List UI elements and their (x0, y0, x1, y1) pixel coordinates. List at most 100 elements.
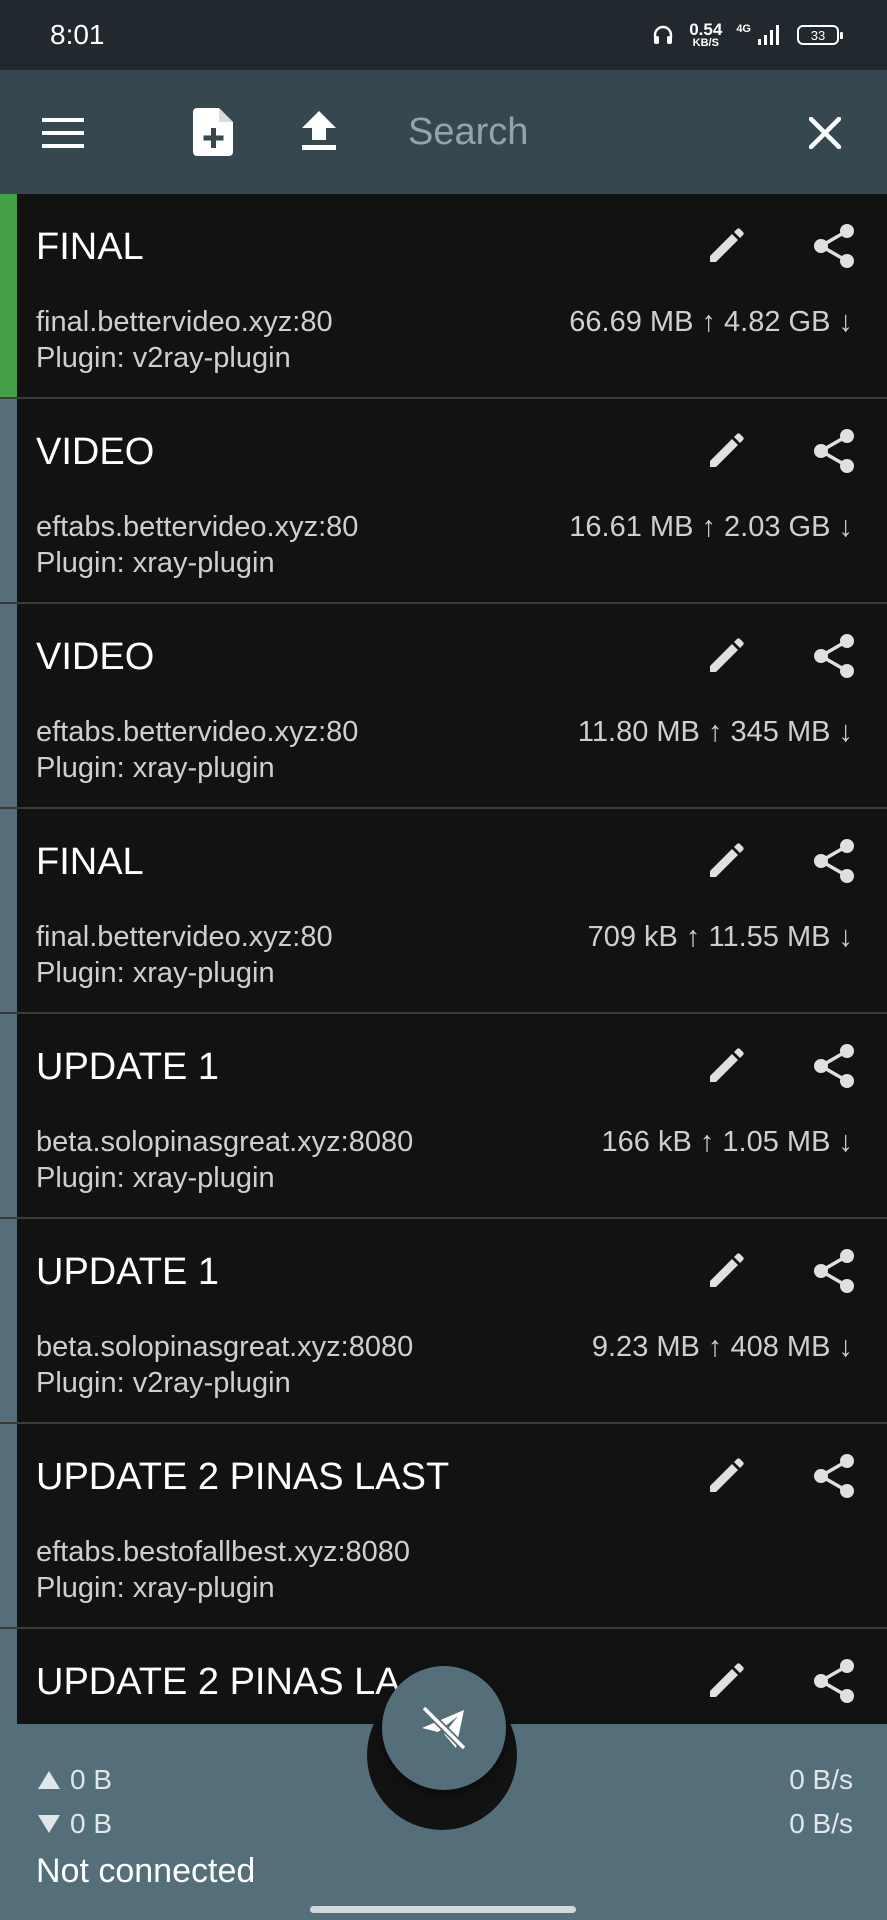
status-time: 8:01 (50, 19, 105, 50)
profile-host: final.bettervideo.xyz:80 (36, 921, 333, 953)
edit-profile-button[interactable] (702, 220, 752, 270)
upload-icon (302, 111, 336, 150)
net-speed-unit: KB/S (692, 37, 719, 49)
edit-icon (710, 1048, 744, 1082)
edit-profile-button[interactable] (702, 1245, 752, 1295)
profile-host: beta.solopinasgreat.xyz:8080 (36, 1126, 414, 1158)
share-profile-button[interactable] (808, 1040, 860, 1092)
close-icon (809, 117, 841, 149)
share-icon (814, 634, 854, 678)
search-input[interactable] (408, 106, 788, 158)
share-profile-button[interactable] (808, 1245, 860, 1297)
received-total: 0 B (38, 1808, 112, 1840)
profile-traffic: 166 kB ↑ 1.05 MB ↓ (601, 1126, 853, 1158)
profile-plugin: Plugin: xray-plugin (36, 1162, 275, 1194)
profile-host: beta.solopinasgreat.xyz:8080 (36, 1331, 414, 1363)
edit-profile-button[interactable] (702, 630, 752, 680)
share-profile-button[interactable] (808, 835, 860, 887)
profile-title: UPDATE 2 PINAS LA (36, 1661, 401, 1703)
profile-title: VIDEO (36, 636, 155, 678)
profile-row[interactable]: UPDATE 1 beta.solopinasgreat.xyz:8080 Plug… (0, 1014, 887, 1219)
sent-total: 0 B (38, 1764, 112, 1796)
share-icon (814, 839, 854, 883)
profile-plugin: Plugin: v2ray-plugin (36, 342, 291, 374)
import-button[interactable] (296, 106, 342, 156)
status-bar: 8:01 0.54 KB/S 4G 33 (0, 0, 887, 70)
profile-title: FINAL (36, 841, 144, 883)
share-icon (814, 1454, 854, 1498)
profile-traffic: 11.80 MB ↑ 345 MB ↓ (577, 716, 853, 748)
profile-indicator-bar (0, 399, 17, 602)
edit-profile-button[interactable] (702, 1040, 752, 1090)
net-speed-value: 0.54 (689, 20, 723, 39)
edit-icon (710, 1253, 744, 1287)
connection-status: Not connected (36, 1852, 256, 1890)
profile-row[interactable]: FINAL final.bettervideo.xyz:80 Plugin: xra… (0, 809, 887, 1014)
sent-rate: 0 B/s (789, 1764, 853, 1795)
received-rate: 0 B/s (789, 1808, 853, 1839)
sent-total-value: 0 B (70, 1764, 113, 1795)
headphones-icon (654, 25, 673, 44)
home-indicator[interactable] (310, 1906, 576, 1913)
edit-icon (710, 638, 744, 672)
received-total-value: 0 B (70, 1808, 113, 1839)
share-profile-button[interactable] (808, 1655, 860, 1707)
paper-plane-off-icon (421, 1705, 467, 1751)
profile-plugin: Plugin: xray-plugin (36, 957, 275, 989)
profile-title: UPDATE 1 (36, 1046, 220, 1088)
profile-row[interactable]: VIDEO eftabs.bettervideo.xyz:80 Plugin: xr… (0, 399, 887, 604)
edit-profile-button[interactable] (702, 835, 752, 885)
edit-icon (710, 433, 744, 467)
profile-indicator-bar (0, 1014, 17, 1217)
share-icon (814, 224, 854, 268)
edit-profile-button[interactable] (702, 1450, 752, 1500)
profile-plugin: Plugin: xray-plugin (36, 547, 275, 579)
toolbar (0, 70, 887, 194)
profile-traffic: 66.69 MB ↑ 4.82 GB ↓ (569, 306, 853, 338)
edit-profile-button[interactable] (702, 1655, 752, 1705)
profile-plugin: Plugin: xray-plugin (36, 752, 275, 784)
edit-profile-button[interactable] (702, 425, 752, 475)
profile-indicator-bar (0, 1219, 17, 1422)
profile-title: UPDATE 1 (36, 1251, 220, 1293)
edit-icon (710, 228, 744, 262)
edit-icon (710, 1663, 744, 1697)
profile-plugin: Plugin: v2ray-plugin (36, 1367, 291, 1399)
share-icon (814, 429, 854, 473)
profile-traffic: 9.23 MB ↑ 408 MB ↓ (591, 1331, 853, 1363)
profile-plugin: Plugin: xray-plugin (36, 1572, 275, 1604)
profile-row[interactable]: UPDATE 1 beta.solopinasgreat.xyz:8080 Plug… (0, 1219, 887, 1424)
network-type: 4G (736, 23, 751, 35)
profile-host: eftabs.bestofallbest.xyz:8080 (36, 1536, 411, 1568)
close-search-button[interactable] (800, 108, 850, 158)
profile-title: UPDATE 2 PINAS LAST (36, 1456, 450, 1498)
share-profile-button[interactable] (808, 1450, 860, 1502)
profile-host: eftabs.bettervideo.xyz:80 (36, 511, 359, 543)
profile-row[interactable]: VIDEO eftabs.bettervideo.xyz:80 Plugin: xr… (0, 604, 887, 809)
download-arrow-icon (38, 1815, 60, 1833)
profile-row[interactable]: FINAL final.bettervideo.xyz:80 Plugin: v2r… (0, 194, 887, 399)
edit-icon (710, 1458, 744, 1492)
share-icon (814, 1659, 854, 1703)
share-icon (814, 1249, 854, 1293)
menu-icon (42, 118, 84, 148)
profile-indicator-bar (0, 604, 17, 807)
share-profile-button[interactable] (808, 220, 860, 272)
share-profile-button[interactable] (808, 425, 860, 477)
status-icons: 0.54 KB/S 4G 33 (651, 20, 843, 49)
profile-traffic: 709 kB ↑ 11.55 MB ↓ (587, 921, 853, 953)
profile-row[interactable]: UPDATE 2 PINAS LAST eftabs.bestofallbest.… (0, 1424, 887, 1629)
profile-host: eftabs.bettervideo.xyz:80 (36, 716, 359, 748)
share-profile-button[interactable] (808, 630, 860, 682)
profile-indicator-bar (0, 194, 17, 397)
new-profile-button[interactable] (188, 106, 238, 158)
profile-title: FINAL (36, 226, 144, 268)
profile-host: final.bettervideo.xyz:80 (36, 306, 333, 338)
signal-icon (758, 25, 779, 45)
menu-button[interactable] (38, 108, 88, 158)
share-icon (814, 1044, 854, 1088)
upload-arrow-icon (38, 1771, 60, 1789)
battery-level: 33 (810, 27, 826, 43)
connect-button[interactable] (382, 1666, 506, 1790)
add-file-icon (193, 108, 233, 156)
